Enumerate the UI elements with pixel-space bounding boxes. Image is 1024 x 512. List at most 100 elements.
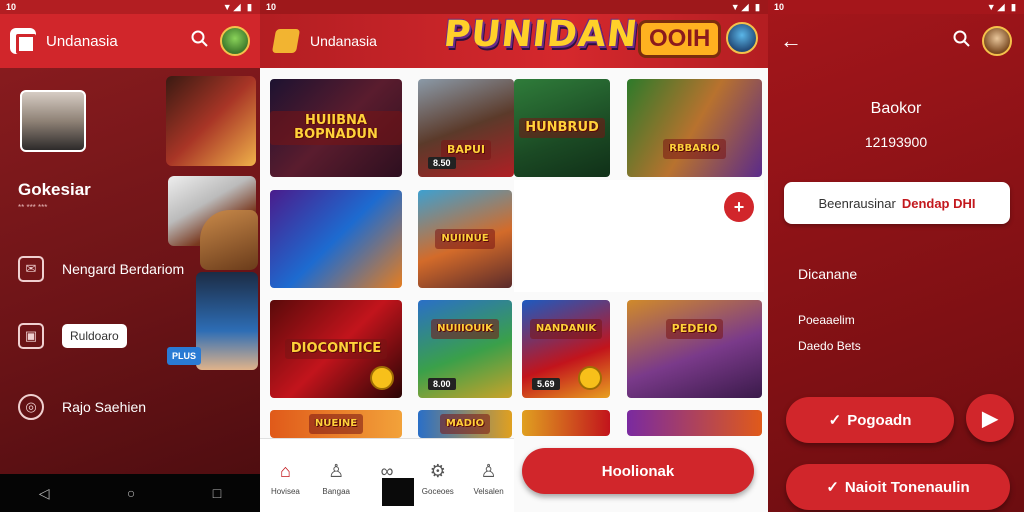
- status-time: 10: [6, 2, 17, 12]
- game-art-wizard: [166, 76, 256, 166]
- avatar[interactable]: [220, 26, 250, 56]
- game-tile-label: NUIINUE: [435, 229, 495, 249]
- nav-label: Velsalen: [473, 487, 504, 496]
- status-bar: 10 ▼◢ ▮: [768, 0, 1024, 14]
- game-tile-label: DIOCONTICE: [284, 339, 388, 359]
- shield-icon: ◎: [18, 394, 44, 420]
- nav-item-profile[interactable]: ♙ Velsalen: [466, 461, 512, 512]
- lobby-title: Undanasia: [310, 33, 377, 49]
- game-tile[interactable]: NANDANIK 5.69: [522, 300, 610, 398]
- check-icon: ✓: [828, 412, 842, 429]
- panel-game-lobby: 10 ▼◢ ▮ Undanasia PUNIDAN OOIH HUIIBNA B…: [260, 0, 768, 512]
- menu-item-box[interactable]: ▣ Ruldoaro: [18, 323, 127, 349]
- avatar[interactable]: [982, 26, 1012, 56]
- game-tile[interactable]: NUIINUE: [418, 190, 512, 288]
- envelope-icon: ✉: [18, 256, 44, 282]
- game-tile[interactable]: DIOCONTICE: [270, 300, 402, 398]
- status-icons: ▼◢ ▮: [730, 1, 762, 12]
- play-icon: ▶: [982, 407, 998, 430]
- game-tile-label: RBBARIO: [663, 139, 726, 159]
- home-icon: ⌂: [279, 461, 291, 481]
- app-logo: [10, 28, 36, 54]
- nav-item-settings[interactable]: ⚙ Goceoes: [415, 461, 461, 512]
- game-tile-label: NUEINE: [308, 414, 364, 434]
- app-title: Undanasia: [46, 32, 118, 50]
- nav-item-user[interactable]: ♙ Bangaa: [313, 461, 359, 512]
- app-bar: ←: [768, 14, 1024, 68]
- account-title: Baokor: [870, 100, 922, 117]
- game-tile-odds: 5.69: [532, 378, 560, 390]
- box-icon: ▣: [18, 323, 44, 349]
- nav-label: Hovisea: [270, 487, 300, 496]
- lobby-logo: [271, 29, 301, 53]
- avatar[interactable]: [726, 22, 758, 54]
- system-nav-bar: ◁ ○ □: [0, 474, 260, 512]
- screenshot-stage: 10 ▼◢ ▮ Undanasia PLUS Gokesiar ** *** *…: [0, 0, 1024, 512]
- brand-logo-text: PUNIDAN: [441, 14, 641, 55]
- coin-icon: [578, 366, 602, 390]
- plus-badge: PLUS: [167, 347, 201, 365]
- game-tile[interactable]: MADIO: [418, 410, 512, 438]
- game-tile[interactable]: HUIIBNA BOPNADUN: [270, 79, 402, 177]
- search-icon[interactable]: [950, 30, 974, 53]
- code-field[interactable]: Beenrausinar Dendap DHI: [784, 182, 1010, 224]
- status-time: 10: [774, 2, 785, 12]
- brand-badge[interactable]: OOIH: [638, 20, 722, 58]
- profile-photo: [20, 90, 86, 152]
- nav-indicator: [382, 478, 414, 506]
- info-line: Poeaaelim: [798, 313, 855, 327]
- back-arrow-icon[interactable]: ←: [780, 28, 950, 54]
- game-art-hero: [196, 272, 258, 370]
- status-icons: ▼◢ ▮: [222, 1, 254, 12]
- search-icon[interactable]: [188, 30, 212, 53]
- game-tile-label: NUIIIOUIK: [431, 319, 499, 339]
- game-tile[interactable]: [627, 410, 762, 436]
- game-tile[interactable]: BAPUI 8.50: [418, 79, 514, 177]
- coin-icon: [370, 366, 394, 390]
- secondary-button[interactable]: ✓ Naioit Tonenaulin: [786, 464, 1010, 510]
- game-tile[interactable]: HUNBRUD: [514, 79, 610, 177]
- account-number: 12193900: [864, 134, 928, 150]
- menu-item-label: Nengard Berdariom: [62, 261, 185, 277]
- code-field-accent: Dendap DHI: [901, 195, 976, 211]
- check-icon: ✓: [826, 479, 839, 496]
- menu-item-security[interactable]: ◎ Rajo Saehien: [18, 394, 146, 420]
- profile-name: Gokesiar: [18, 180, 91, 199]
- play-button[interactable]: ▶: [966, 394, 1014, 442]
- user-icon: ♙: [328, 461, 345, 481]
- profile-icon: ♙: [480, 461, 497, 481]
- nav-label: Bangaa: [322, 487, 350, 496]
- info-line: Daedo Bets: [798, 339, 861, 353]
- panel-side-menu: 10 ▼◢ ▮ Undanasia PLUS Gokesiar ** *** *…: [0, 0, 260, 512]
- section-title: Dicanane: [798, 266, 858, 282]
- status-bar: 10 ▼◢ ▮: [0, 0, 260, 14]
- game-tile-odds: 8.50: [428, 157, 456, 169]
- add-button[interactable]: +: [724, 192, 754, 222]
- game-tile[interactable]: NUEINE: [270, 410, 402, 438]
- nav-back-icon[interactable]: ◁: [39, 485, 50, 502]
- menu-item-messages[interactable]: ✉ Nengard Berdariom: [18, 256, 184, 282]
- status-bar: 10 ▼◢ ▮: [260, 0, 768, 14]
- game-tile[interactable]: RBBARIO: [627, 79, 762, 177]
- game-tile-label: HUNBRUD: [519, 118, 605, 138]
- profile-subtitle: ** *** ***: [18, 203, 48, 212]
- gear-icon: ⚙: [429, 461, 446, 481]
- game-tile[interactable]: NUIIIOUIK 8.00: [418, 300, 512, 398]
- nav-item-home[interactable]: ⌂ Hovisea: [262, 461, 308, 512]
- game-tile[interactable]: [270, 190, 402, 288]
- nav-label: Goceoes: [421, 487, 454, 496]
- game-tile[interactable]: [522, 410, 610, 436]
- game-tile-label: PEDEIO: [665, 319, 724, 339]
- nav-recent-icon[interactable]: □: [213, 485, 221, 501]
- game-tile[interactable]: PEDEIO: [627, 300, 762, 398]
- nav-home-icon[interactable]: ○: [127, 485, 135, 501]
- game-art-hand: [200, 210, 258, 270]
- main-action-button[interactable]: Hoolionak: [522, 448, 754, 494]
- app-bar: Undanasia: [0, 14, 260, 68]
- code-field-text: Beenrausinar: [818, 195, 896, 211]
- primary-button[interactable]: ✓ Pogoadn: [786, 397, 954, 443]
- game-tile-label: MADIO: [439, 414, 491, 434]
- menu-item-label: Ruldoaro: [62, 324, 127, 348]
- game-tile-label: NANDANIK: [529, 319, 603, 339]
- status-time: 10: [266, 2, 277, 12]
